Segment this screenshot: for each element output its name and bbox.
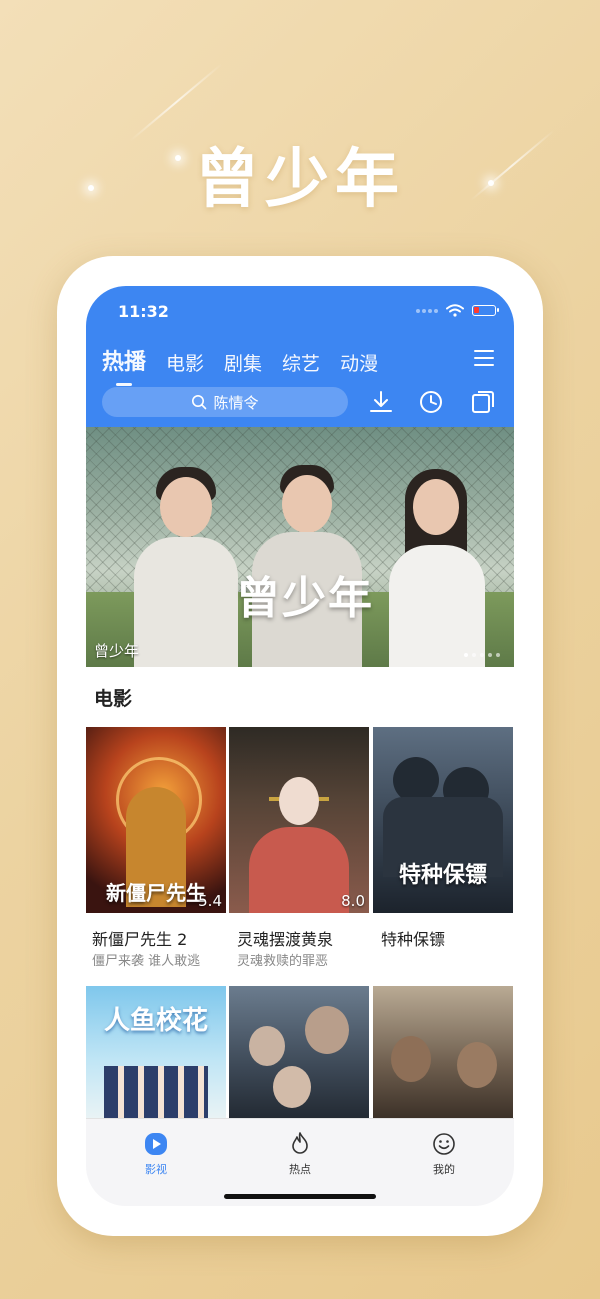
home-indicator (224, 1194, 376, 1199)
wifi-icon (446, 304, 464, 317)
bottom-navigation: 影视 热点 我的 (86, 1118, 514, 1206)
nav-label: 影视 (145, 1163, 167, 1176)
tab-hot[interactable]: 热播 (102, 344, 146, 376)
tab-variety[interactable]: 综艺 (282, 349, 320, 376)
menu-icon[interactable] (474, 350, 494, 371)
app-screen: 11:32 热播 电影 剧集 综艺 动漫 陈情令 曾少年 曾少年 电影 新僵尸先… (86, 286, 514, 1206)
movie-title[interactable]: 灵魂摆渡黄泉 (237, 926, 333, 950)
banner-figure (381, 447, 491, 667)
copy-icon[interactable] (470, 389, 496, 415)
status-time: 11:32 (118, 302, 169, 321)
movie-subtitle: 灵魂救赎的罪恶 (237, 954, 329, 969)
featured-banner[interactable]: 曾少年 曾少年 (86, 427, 514, 667)
movie-title[interactable]: 新僵尸先生 2 (92, 926, 187, 950)
banner-caption: 曾少年 (94, 642, 140, 660)
banner-pagination (464, 653, 500, 657)
tab-series[interactable]: 剧集 (224, 349, 262, 376)
movie-poster[interactable]: 新僵尸先生 5.4 (86, 727, 226, 913)
promo-title: 曾少年 (195, 143, 405, 217)
status-icons (416, 304, 499, 317)
tab-movies[interactable]: 电影 (166, 349, 204, 376)
movie-poster[interactable]: 特种保镖 (373, 727, 513, 913)
search-bar[interactable]: 陈情令 (102, 387, 348, 417)
movie-poster[interactable]: 人鱼校花 (86, 986, 226, 1118)
smiley-icon (433, 1133, 455, 1155)
poster-title-text: 人鱼校花 (103, 1006, 208, 1036)
download-icon[interactable] (368, 389, 394, 415)
movie-subtitle: 僵尸来袭 谁人敢逃 (92, 954, 201, 969)
nav-item-profile[interactable]: 我的 (404, 1131, 484, 1177)
battery-icon (472, 305, 499, 316)
nav-item-videos[interactable]: 影视 (116, 1131, 196, 1177)
play-icon (145, 1133, 167, 1155)
banner-figure (126, 447, 246, 667)
nav-item-trending[interactable]: 热点 (260, 1131, 340, 1177)
flame-icon (292, 1132, 308, 1154)
rating-badge: 5.4 (198, 892, 222, 910)
movie-poster[interactable] (229, 986, 369, 1118)
rating-badge: 8.0 (341, 892, 365, 910)
banner-title-art: 曾少年 (236, 573, 374, 624)
movie-poster[interactable]: 8.0 (229, 727, 369, 913)
top-header: 11:32 热播 电影 剧集 综艺 动漫 陈情令 (86, 286, 514, 427)
search-icon (192, 395, 207, 410)
signal-icon (416, 308, 438, 313)
history-icon[interactable] (418, 389, 444, 415)
banner-figure (246, 447, 366, 667)
nav-label: 热点 (289, 1163, 311, 1176)
section-title-movies: 电影 (94, 688, 133, 710)
phone-frame: 11:32 热播 电影 剧集 综艺 动漫 陈情令 曾少年 曾少年 电影 新僵尸先… (57, 256, 543, 1236)
search-placeholder: 陈情令 (213, 393, 259, 412)
nav-label: 我的 (433, 1163, 455, 1176)
movie-title[interactable]: 特种保镖 (381, 926, 445, 950)
movie-poster[interactable] (373, 986, 513, 1118)
category-tabs: 热播 电影 剧集 综艺 动漫 (102, 344, 378, 376)
tab-anime[interactable]: 动漫 (340, 349, 378, 376)
poster-title-text: 特种保镖 (398, 863, 487, 888)
